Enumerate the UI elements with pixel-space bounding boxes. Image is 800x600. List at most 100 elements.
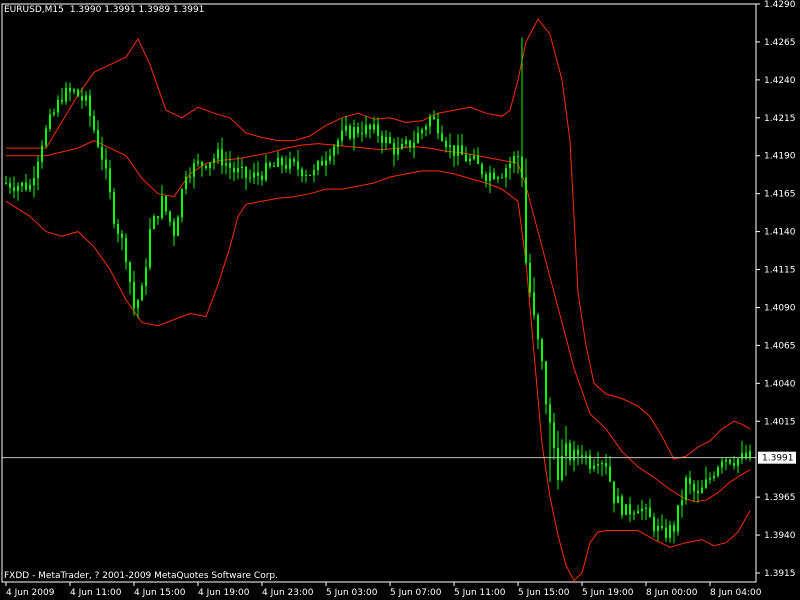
candle-body — [469, 158, 471, 162]
candle-body — [173, 221, 175, 236]
candle-body — [33, 178, 35, 186]
candle-body — [421, 129, 423, 134]
candle-body — [169, 211, 171, 222]
price-tick-label: 1.4165 — [764, 190, 796, 200]
candle-body — [661, 525, 663, 528]
time-tick-label: 5 Jun 07:00 — [390, 588, 442, 598]
candle-body — [429, 116, 431, 127]
candle-body — [77, 89, 79, 97]
candle-body — [229, 163, 231, 168]
candle-body — [401, 143, 403, 149]
candle-body — [213, 158, 215, 163]
candle-body — [573, 449, 575, 461]
candle-body — [585, 455, 587, 457]
candle-body — [445, 140, 447, 148]
candle-body — [505, 168, 507, 178]
candle-body — [17, 186, 19, 191]
candle-body — [249, 177, 251, 179]
candle-body — [465, 154, 467, 162]
price-tick-label: 1.4140 — [764, 228, 796, 238]
candle-body — [141, 286, 143, 301]
time-tick-label: 4 Jun 11:00 — [70, 588, 122, 598]
candle-body — [41, 145, 43, 162]
candle-body — [485, 174, 487, 181]
candle-body — [189, 176, 191, 178]
candle-body — [441, 133, 443, 141]
candle-body — [721, 461, 723, 468]
candle-body — [393, 143, 395, 155]
candle-body — [677, 505, 679, 532]
candle-body — [69, 87, 71, 92]
candle-body — [373, 124, 375, 130]
candle-body — [193, 163, 195, 177]
candle-body — [557, 447, 559, 480]
candle-body — [653, 517, 655, 531]
candle-body — [209, 162, 211, 168]
candle-body — [605, 463, 607, 467]
candle-body — [197, 161, 199, 164]
candle-body — [749, 451, 751, 459]
candle-body — [705, 479, 707, 488]
candle-body — [217, 149, 219, 159]
candle-body — [261, 175, 263, 180]
price-tick-label: 1.3965 — [764, 493, 796, 503]
candle-body — [553, 422, 555, 448]
candle-body — [233, 167, 235, 173]
candle-body — [377, 124, 379, 136]
candle-body — [697, 491, 699, 494]
candle-body — [593, 465, 595, 469]
candle-body — [49, 114, 51, 129]
candle-body — [313, 170, 315, 176]
candle-body — [489, 172, 491, 181]
candle-body — [89, 95, 91, 116]
candle-body — [613, 481, 615, 503]
candle-body — [453, 145, 455, 156]
price-tick-label: 1.4090 — [764, 304, 796, 314]
price-tick-label: 1.4215 — [764, 114, 796, 124]
chart-header: EURUSD,M15 1.3990 1.3991 1.3989 1.3991 — [4, 5, 204, 15]
candle-body — [409, 140, 411, 148]
candle-body — [101, 146, 103, 160]
candle-body — [637, 511, 639, 514]
candle-body — [161, 196, 163, 218]
candle-body — [61, 99, 63, 102]
candle-body — [525, 177, 527, 263]
candle-body — [533, 292, 535, 315]
price-tick-label: 1.4015 — [764, 417, 796, 427]
candle-body — [541, 339, 543, 362]
candle-body — [181, 189, 183, 218]
candle-body — [253, 172, 255, 178]
price-tick-label: 1.3940 — [764, 531, 796, 541]
candle-body — [681, 500, 683, 506]
candle-body — [545, 361, 547, 405]
candle-body — [381, 135, 383, 143]
candle-body — [65, 87, 67, 102]
time-tick-label: 4 Jun 19:00 — [198, 588, 250, 598]
candle-body — [629, 504, 631, 515]
price-chart[interactable]: 1.4290 1.4265 1.4240 1.4215 1.4190 1.4165 1.41… — [0, 0, 800, 600]
candle-body — [277, 157, 279, 167]
candle-body — [333, 146, 335, 156]
candle-body — [353, 127, 355, 139]
candle-body — [645, 507, 647, 509]
time-tick-label: 5 Jun 11:00 — [454, 588, 506, 598]
candle-body — [501, 177, 503, 179]
candle-body — [641, 508, 643, 512]
price-tick-label: 1.4290 — [764, 0, 796, 10]
candle-body — [225, 163, 227, 166]
candle-body — [25, 182, 27, 190]
candle-body — [477, 156, 479, 164]
candle-body — [701, 487, 703, 494]
candle-body — [145, 267, 147, 286]
candle-body — [397, 148, 399, 155]
time-tick-label: 4 Jun 15:00 — [134, 588, 186, 598]
candle-body — [93, 116, 95, 130]
candle-body — [133, 281, 135, 309]
candle-body — [549, 404, 551, 423]
candle-body — [345, 125, 347, 131]
candle-body — [481, 164, 483, 175]
candle-body — [385, 137, 387, 143]
candle-body — [221, 149, 223, 166]
candle-body — [625, 504, 627, 515]
candle-body — [337, 140, 339, 147]
